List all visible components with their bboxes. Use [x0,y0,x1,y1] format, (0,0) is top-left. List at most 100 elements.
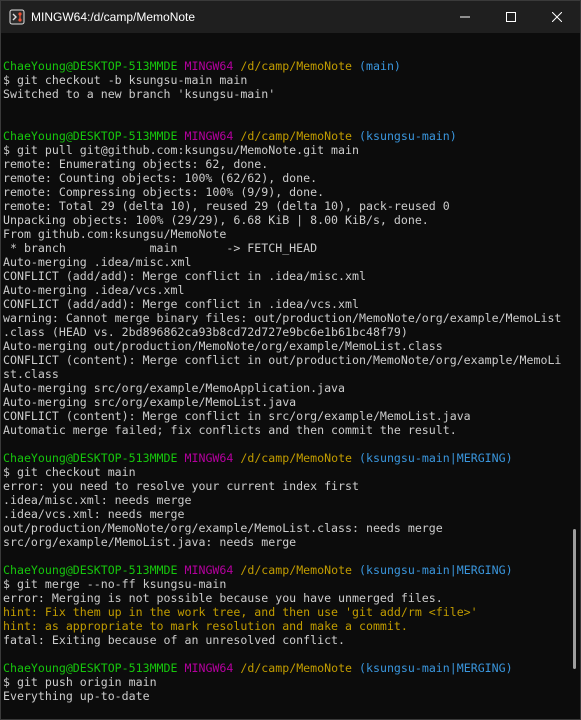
output-text: * branch main -> FETCH_HEAD [3,241,318,255]
output-text: Auto-merging src/org/example/MemoList.ja… [3,395,297,409]
prompt-system: MINGW64 [185,717,234,719]
output-text: src/org/example/MemoList.java: needs mer… [3,535,297,549]
prompt-branch: (ksungsu-main|MERGING) [359,661,513,675]
output-text: .class (HEAD vs. 2bd896862ca93b8cd72d727… [3,325,408,339]
output-line: out/production/MemoNote/org/example/Memo… [3,521,569,535]
output-text: fatal: Exiting because of an unresolved … [3,633,346,647]
output-line: Switched to a new branch 'ksungsu-main' [3,87,569,101]
scrollbar-thumb[interactable] [573,529,576,669]
output-text: From github.com:ksungsu/MemoNote [3,227,227,241]
output-line: CONFLICT (content): Merge conflict in ou… [3,353,569,367]
output-line: .idea/vcs.xml: needs merge [3,507,569,521]
output-line: src/org/example/MemoList.java: needs mer… [3,535,569,549]
output-text: Unpacking objects: 100% (29/29), 6.68 Ki… [3,213,429,227]
output-line: Auto-merging src/org/example/MemoApplica… [3,381,569,395]
prompt-path: /d/camp/MemoNote [240,717,352,719]
output-line: $ git pull git@github.com:ksungsu/MemoNo… [3,143,569,157]
prompt-branch: (ksungsu-main|MERGING) [359,563,513,577]
prompt-system: MINGW64 [184,661,234,675]
output-line: st.class [3,367,569,381]
output-line: $ git checkout -b ksungsu-main main [3,73,569,87]
output-text: Switched to a new branch 'ksungsu-main' [3,87,276,101]
output-text: remote: Enumerating objects: 62, done. [3,157,269,171]
output-text: Automatic merge failed; fix conflicts an… [3,423,457,437]
prompt-branch: (ksungsu-main) [359,129,457,143]
output-text: remote: Total 29 (delta 10), reused 29 (… [3,199,450,213]
terminal-output[interactable]: ChaeYoung@DESKTOP-513MMDE MINGW64 /d/cam… [3,45,569,719]
output-line: remote: Total 29 (delta 10), reused 29 (… [3,199,569,213]
hint-text: hint: Fix them up in the work tree, and … [3,605,478,619]
prompt-branch: (main) [359,59,401,73]
output-line: warning: Cannot merge binary files: out/… [3,311,569,325]
prompt-line: ChaeYoung@DESKTOP-513MMDE MINGW64 /d/cam… [3,59,569,73]
output-line: Unpacking objects: 100% (29/29), 6.68 Ki… [3,213,569,227]
output-text: Auto-merging .idea/vcs.xml [3,283,185,297]
output-text: .idea/misc.xml: needs merge [3,493,192,507]
close-icon [552,12,562,22]
prompt-user: ChaeYoung@DESKTOP-513MMDE [3,661,178,675]
output-line: remote: Counting objects: 100% (62/62), … [3,171,569,185]
window-title: MINGW64:/d/camp/MemoNote [31,10,196,24]
output-line: $ git push origin main [3,675,569,689]
prompt-line: ChaeYoung@DESKTOP-513MMDE MINGW64 /d/cam… [3,451,569,465]
output-text: remote: Compressing objects: 100% (9/9),… [3,185,325,199]
output-text: $ git checkout main [3,465,136,479]
hint-line: hint: as appropriate to mark resolution … [3,619,569,633]
prompt-system: MINGW64 [184,563,234,577]
prompt-branch: (ksungsu-main|MERGING) [359,451,513,465]
prompt-path: /d/camp/MemoNote [240,661,353,675]
output-text: CONFLICT (content): Merge conflict in ou… [3,353,562,367]
close-button[interactable] [534,1,580,33]
output-line: remote: Compressing objects: 100% (9/9),… [3,185,569,199]
output-line: Automatic merge failed; fix conflicts an… [3,423,569,437]
output-line: fatal: Exiting because of an unresolved … [3,633,569,647]
prompt-branch: (ksungsu-main|MERGING) [359,717,513,719]
prompt-line: ChaeYoung@DESKTOP-513MMDE MINGW64 /d/cam… [3,717,569,719]
prompt-user: ChaeYoung@DESKTOP-513MMDE [3,59,178,73]
output-text: .idea/vcs.xml: needs merge [3,507,185,521]
terminal-window: MINGW64:/d/camp/MemoNote ChaeYoung@DESKT… [0,0,581,720]
output-line: CONFLICT (add/add): Merge conflict in .i… [3,297,569,311]
output-line: Auto-merging src/org/example/MemoList.ja… [3,395,569,409]
prompt-path: /d/camp/MemoNote [240,59,353,73]
output-text: CONFLICT (add/add): Merge conflict in .i… [3,297,359,311]
output-line: remote: Enumerating objects: 62, done. [3,157,569,171]
output-text: warning: Cannot merge binary files: out/… [3,311,562,325]
output-text: Auto-merging .idea/misc.xml [3,255,192,269]
output-line: From github.com:ksungsu/MemoNote [3,227,569,241]
prompt-path: /d/camp/MemoNote [240,129,353,143]
output-line: CONFLICT (content): Merge conflict in sr… [3,409,569,423]
output-text: Auto-merging src/org/example/MemoApplica… [3,381,346,395]
output-line: $ git checkout main [3,465,569,479]
minimize-button[interactable] [442,1,488,33]
output-text: error: Merging is not possible because y… [3,591,443,605]
prompt-system: MINGW64 [184,129,234,143]
title-bar[interactable]: MINGW64:/d/camp/MemoNote [1,1,580,33]
prompt-line: ChaeYoung@DESKTOP-513MMDE MINGW64 /d/cam… [3,661,569,675]
maximize-button[interactable] [488,1,534,33]
prompt-system: MINGW64 [184,451,234,465]
output-text: CONFLICT (content): Merge conflict in sr… [3,409,471,423]
prompt-user: ChaeYoung@DESKTOP-513MMDE [3,717,178,719]
output-text: CONFLICT (add/add): Merge conflict in .i… [3,269,366,283]
output-text: out/production/MemoNote/org/example/Memo… [3,521,443,535]
minimize-icon [460,16,470,18]
output-text: Everything up-to-date [3,689,150,703]
output-line: Everything up-to-date [3,689,569,703]
output-text: $ git merge --no-ff ksungsu-main [3,577,227,591]
prompt-line: ChaeYoung@DESKTOP-513MMDE MINGW64 /d/cam… [3,129,569,143]
prompt-user: ChaeYoung@DESKTOP-513MMDE [3,451,178,465]
prompt-user: ChaeYoung@DESKTOP-513MMDE [3,129,178,143]
prompt-system: MINGW64 [184,59,234,73]
output-text: $ git pull git@github.com:ksungsu/MemoNo… [3,143,359,157]
output-text: error: you need to resolve your current … [3,479,359,493]
scrollbar[interactable] [569,35,577,719]
hint-text: hint: as appropriate to mark resolution … [3,619,408,633]
prompt-line: ChaeYoung@DESKTOP-513MMDE MINGW64 /d/cam… [3,563,569,577]
